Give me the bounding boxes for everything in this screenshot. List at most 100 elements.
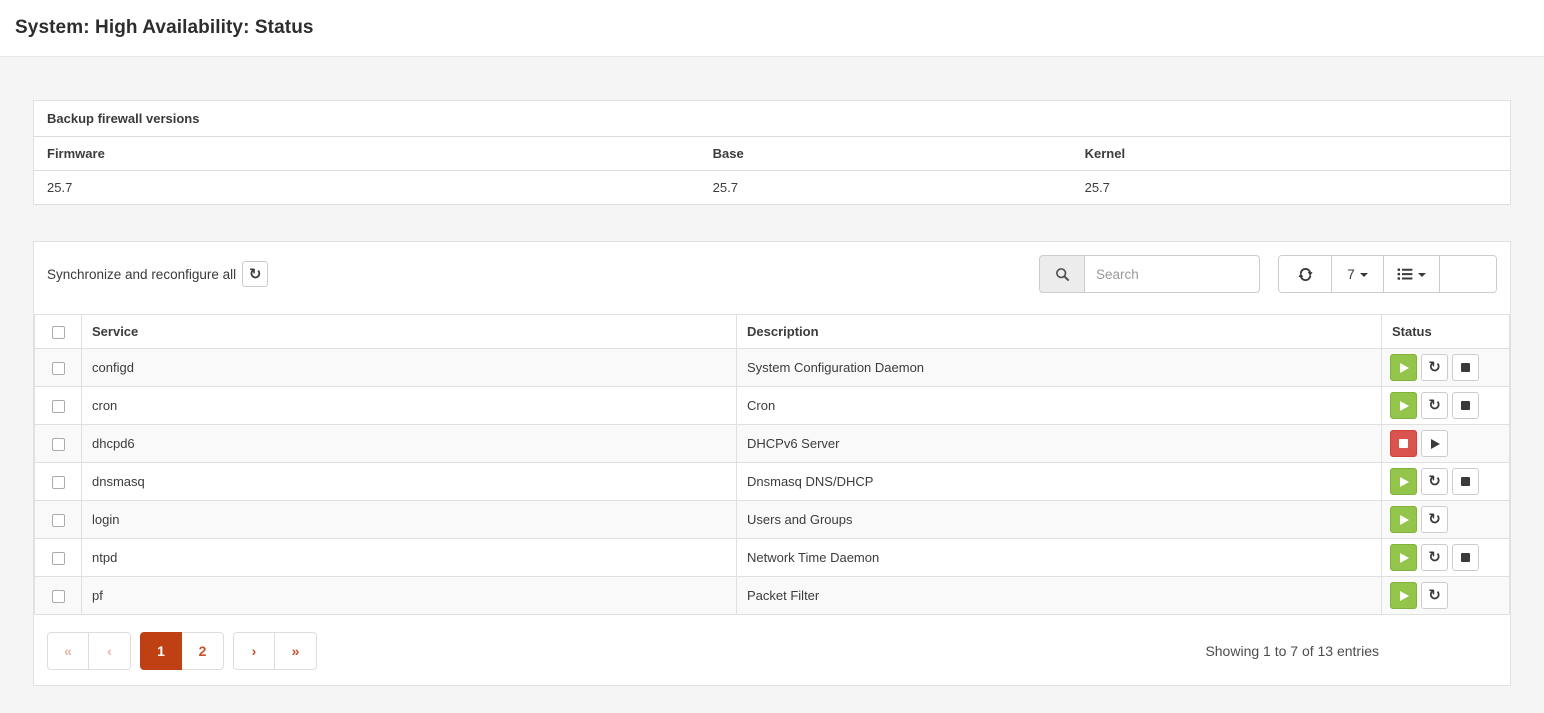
service-status-cell [1382, 425, 1510, 463]
play-icon [1400, 363, 1409, 373]
restart-icon: ↻ [1428, 398, 1441, 413]
sync-label: Synchronize and reconfigure all [47, 267, 236, 282]
service-description-cell: Dnsmasq DNS/DHCP [737, 463, 1382, 501]
pagination-button-171: « [47, 632, 89, 670]
versions-col-base: Base [700, 137, 1072, 171]
services-panel: Synchronize and reconfigure all ↻ [33, 241, 1511, 686]
service-running-button[interactable] [1390, 544, 1417, 571]
select-all-checkbox[interactable] [52, 326, 65, 339]
stop-square-icon [1461, 477, 1470, 486]
service-status-cell: ↻ [1382, 349, 1510, 387]
restart-icon: ↻ [1428, 550, 1441, 565]
service-running-button[interactable] [1390, 392, 1417, 419]
base-version-value: 25.7 [700, 171, 1072, 205]
pagination-button-8250[interactable]: › [233, 632, 275, 670]
service-status-cell: ↻ [1382, 463, 1510, 501]
pagination-button-50[interactable]: 2 [182, 632, 224, 670]
search-group [1039, 255, 1260, 293]
service-running-button[interactable] [1390, 468, 1417, 495]
service-restart-button[interactable]: ↻ [1421, 392, 1448, 419]
refresh-grid-button[interactable] [1279, 256, 1331, 292]
service-status-cell: ↻ [1382, 577, 1510, 615]
kernel-version-value: 25.7 [1072, 171, 1510, 205]
versions-table: Firmware Base Kernel 25.7 25.7 25.7 [34, 137, 1510, 204]
service-running-button[interactable] [1390, 506, 1417, 533]
play-icon [1400, 553, 1409, 563]
service-description-cell: Network Time Daemon [737, 539, 1382, 577]
service-name-cell: login [82, 501, 737, 539]
pagination-group: 12 [140, 632, 224, 670]
search-addon [1039, 255, 1084, 293]
play-icon [1400, 515, 1409, 525]
stop-square-icon [1461, 401, 1470, 410]
row-checkbox[interactable] [52, 400, 65, 413]
service-description-cell: DHCPv6 Server [737, 425, 1382, 463]
service-stop-button[interactable] [1452, 468, 1479, 495]
page-size-dropdown[interactable]: 7 [1331, 256, 1383, 292]
service-stop-button[interactable] [1452, 392, 1479, 419]
rotate-right-icon: ↻ [249, 267, 262, 282]
pagination-button-8249: ‹ [89, 632, 131, 670]
table-row: dhcpd6 DHCPv6 Server [35, 425, 1510, 463]
service-stop-button[interactable] [1452, 354, 1479, 381]
table-row: pf Packet Filter ↻ [35, 577, 1510, 615]
service-restart-button[interactable]: ↻ [1421, 506, 1448, 533]
services-col-status: Status [1382, 315, 1510, 349]
pagination-group: «‹ [47, 632, 131, 670]
search-icon [1055, 267, 1070, 282]
chevron-down-icon [1360, 273, 1368, 277]
pagination-button-49[interactable]: 1 [140, 632, 182, 670]
service-stop-button[interactable] [1452, 544, 1479, 571]
service-description-cell: System Configuration Daemon [737, 349, 1382, 387]
backup-versions-panel: Backup firewall versions Firmware Base K… [33, 100, 1511, 205]
service-running-button[interactable] [1390, 354, 1417, 381]
row-checkbox[interactable] [52, 476, 65, 489]
service-restart-button[interactable]: ↻ [1421, 354, 1448, 381]
table-row: cron Cron ↻ [35, 387, 1510, 425]
restart-icon: ↻ [1428, 360, 1441, 375]
chevron-down-icon [1418, 273, 1426, 277]
versions-col-firmware: Firmware [34, 137, 700, 171]
service-restart-button[interactable]: ↻ [1421, 544, 1448, 571]
play-icon [1400, 401, 1409, 411]
services-col-description: Description [737, 315, 1382, 349]
search-input[interactable] [1084, 255, 1260, 293]
service-name-cell: configd [82, 349, 737, 387]
service-name-cell: dnsmasq [82, 463, 737, 501]
play-icon [1400, 477, 1409, 487]
page-title: System: High Availability: Status [15, 17, 314, 39]
list-icon [1397, 267, 1413, 281]
services-table: Service Description Status configd Syste… [34, 314, 1510, 615]
table-footer: «‹12›» Showing 1 to 7 of 13 entries [47, 632, 1497, 670]
row-checkbox[interactable] [52, 552, 65, 565]
table-row: dnsmasq Dnsmasq DNS/DHCP ↻ [35, 463, 1510, 501]
service-name-cell: ntpd [82, 539, 737, 577]
column-selector-dropdown[interactable] [1383, 256, 1439, 292]
service-status-cell: ↻ [1382, 539, 1510, 577]
row-checkbox[interactable] [52, 590, 65, 603]
pagination-button-187[interactable]: » [275, 632, 317, 670]
empty-toolbar-button[interactable] [1439, 256, 1496, 292]
page-header: System: High Availability: Status [0, 0, 1544, 57]
sync-section: Synchronize and reconfigure all ↻ [47, 261, 268, 287]
firmware-version-value: 25.7 [34, 171, 700, 205]
toolbar-right: 7 [1039, 255, 1497, 293]
table-row: ntpd Network Time Daemon ↻ [35, 539, 1510, 577]
service-description-cell: Users and Groups [737, 501, 1382, 539]
row-checkbox[interactable] [52, 514, 65, 527]
row-checkbox[interactable] [52, 362, 65, 375]
services-toolbar: Synchronize and reconfigure all ↻ [47, 255, 1497, 293]
row-checkbox[interactable] [52, 438, 65, 451]
play-icon [1400, 591, 1409, 601]
sync-reconfigure-button[interactable]: ↻ [242, 261, 268, 287]
page-size-value: 7 [1347, 267, 1355, 282]
service-start-button[interactable] [1421, 430, 1448, 457]
service-restart-button[interactable]: ↻ [1421, 582, 1448, 609]
stop-square-icon [1461, 553, 1470, 562]
service-stopped-button[interactable] [1390, 430, 1417, 457]
service-restart-button[interactable]: ↻ [1421, 468, 1448, 495]
service-running-button[interactable] [1390, 582, 1417, 609]
restart-icon: ↻ [1428, 512, 1441, 527]
stop-square-icon [1461, 363, 1470, 372]
refresh-icon [1298, 267, 1313, 282]
